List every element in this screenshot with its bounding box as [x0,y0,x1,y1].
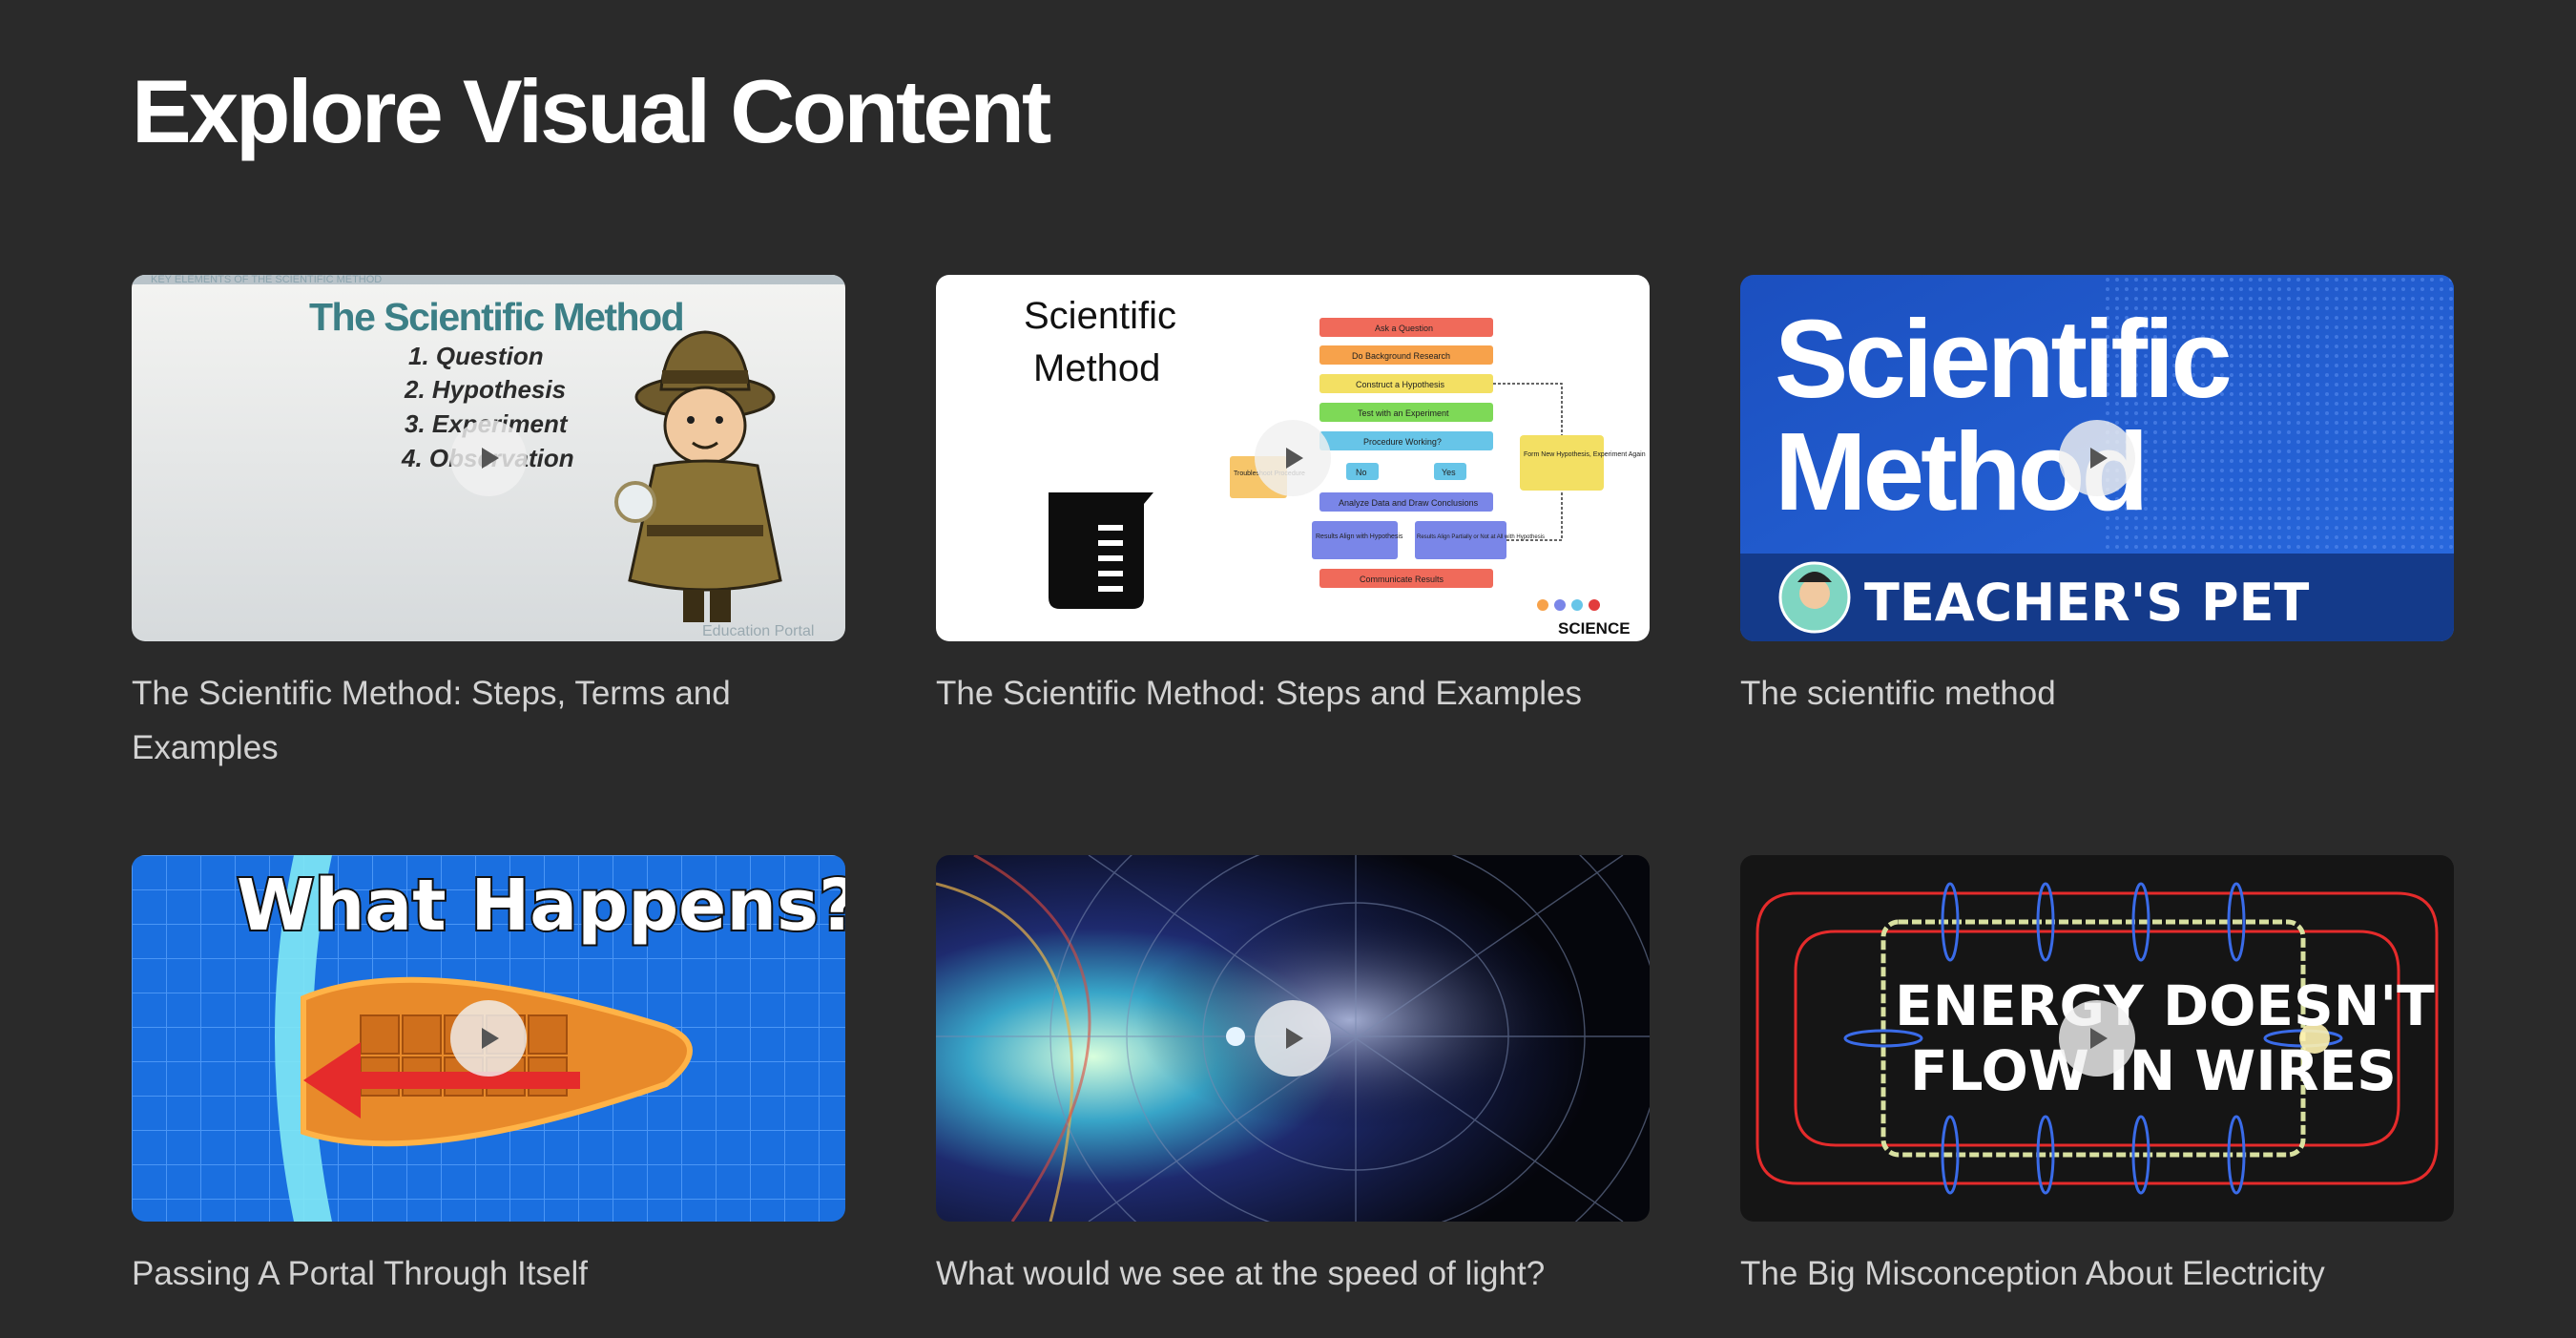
video-thumbnail[interactable] [936,855,1650,1222]
play-button[interactable] [450,1000,527,1077]
thumb-step-1: 1. Question [408,342,544,370]
thumb-heading: The Scientific Method [309,295,683,339]
thumb-line2: FLOW IN WIRES [1910,1038,2397,1103]
thumb-line1: Scientific [1775,297,2230,421]
flow-step-3: Construct a Hypothesis [1356,380,1445,389]
play-button[interactable] [2059,1000,2135,1077]
thumb-brand: Education Portal [702,623,814,639]
video-thumbnail[interactable]: Scientific Method TEACHER'S PET [1740,275,2454,641]
play-button[interactable] [1255,420,1331,496]
thumb-step-2: 2. Hypothesis [404,375,566,404]
play-icon [482,1028,499,1049]
thumb-line1: ENERGY DOESN'T [1895,973,2435,1038]
video-thumbnail[interactable]: ENERGY DOESN'T FLOW IN WIRES [1740,855,2454,1222]
flow-no-label: No [1356,468,1367,477]
video-title[interactable]: What would we see at the speed of light? [936,1246,1650,1301]
play-icon [2090,448,2108,469]
video-title[interactable]: The Big Misconception About Electricity [1740,1246,2454,1301]
flow-step-7: Communicate Results [1360,575,1444,584]
play-icon [2090,1028,2108,1049]
video-card[interactable]: What would we see at the speed of light? [936,855,1650,1301]
flow-align-partial: Results Align Partially or Not at All wi… [1417,534,1545,540]
video-thumbnail[interactable]: What Happens? [132,855,845,1222]
video-card[interactable]: What Happens? Passing A Portal Through I… [132,855,845,1301]
video-title[interactable]: The Scientific Method: Steps and Example… [936,666,1650,721]
page: Explore Visual Content KEY ELEMENTS OF T… [0,0,2576,1338]
flow-yes-label: Yes [1442,468,1456,477]
thumb-brand: SCIENCE [1558,619,1631,638]
play-icon [1286,1028,1303,1049]
video-card[interactable]: Scientific Method TEACHER'S PET The scie… [1740,275,2454,855]
video-card[interactable]: ENERGY DOESN'T FLOW IN WIRES The Big Mis… [1740,855,2454,1301]
flow-step-4: Test with an Experiment [1358,408,1449,418]
thumb-banner: TEACHER'S PET [1864,573,2309,633]
video-card[interactable]: Scientific Method Ask a Question Do Back… [936,275,1650,855]
flow-step-5: Procedure Working? [1363,437,1442,447]
video-title[interactable]: The scientific method [1740,666,2454,721]
play-icon [482,448,499,469]
play-button[interactable] [450,420,527,496]
play-button[interactable] [1255,1000,1331,1077]
flow-step-1: Ask a Question [1375,324,1433,333]
video-grid: KEY ELEMENTS OF THE SCIENTIFIC METHOD Th… [132,275,2454,1301]
flow-new-hypothesis: Form New Hypothesis, Experiment Again [1524,451,1646,458]
page-title: Explore Visual Content [132,61,1051,161]
video-thumbnail[interactable]: Scientific Method Ask a Question Do Back… [936,275,1650,641]
thumb-headline: What Happens? [237,865,845,947]
flow-step-6: Analyze Data and Draw Conclusions [1339,498,1479,508]
thumb-heading-line2: Method [1033,347,1160,389]
thumb-header-text: KEY ELEMENTS OF THE SCIENTIFIC METHOD [151,275,382,285]
beaker-icon [1049,492,1153,609]
video-thumbnail[interactable]: KEY ELEMENTS OF THE SCIENTIFIC METHOD Th… [132,275,845,641]
flow-step-2: Do Background Research [1352,351,1450,361]
play-button[interactable] [2059,420,2135,496]
video-title[interactable]: The Scientific Method: Steps, Terms and … [132,666,845,775]
video-title[interactable]: Passing A Portal Through Itself [132,1246,845,1301]
play-icon [1286,448,1303,469]
video-card[interactable]: KEY ELEMENTS OF THE SCIENTIFIC METHOD Th… [132,275,845,855]
thumb-heading-line1: Scientific [1024,295,1176,337]
flow-align-yes: Results Align with Hypothesis [1316,533,1403,540]
